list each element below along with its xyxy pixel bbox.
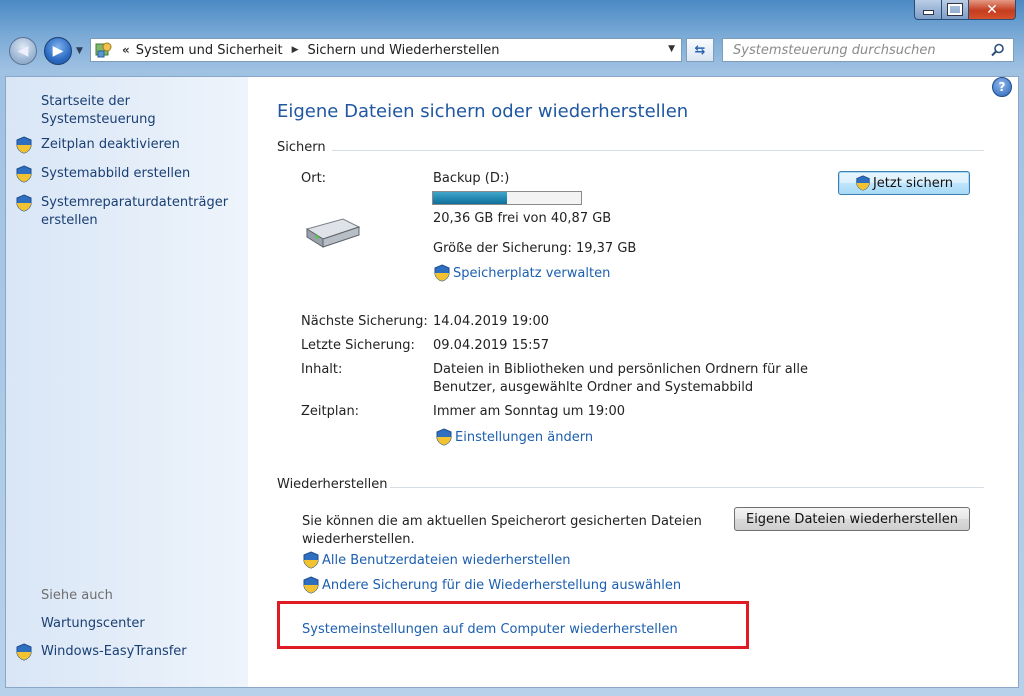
- breadcrumb-separator-icon[interactable]: ▶: [292, 45, 299, 55]
- window-frame: ✕ ◀ ▶ ▼ « System und Sicherheit ▶ Sicher…: [0, 0, 1024, 696]
- manage-space-link[interactable]: Speicherplatz verwalten: [433, 264, 610, 282]
- contents-value-line2: Benutzer, ausgewählte Ordner and Systema…: [433, 380, 754, 395]
- refresh-button[interactable]: ⇆: [686, 38, 714, 62]
- address-dropdown-icon[interactable]: ▼: [668, 44, 675, 54]
- restore-files-button[interactable]: Eigene Dateien wiederherstellen: [734, 507, 970, 531]
- backup-size-text: Größe der Sicherung: 19,37 GB: [433, 241, 637, 256]
- search-icon[interactable]: [991, 43, 1005, 57]
- shield-icon: [303, 551, 319, 569]
- help-icon[interactable]: ?: [992, 77, 1012, 97]
- restore-section-heading: Wiederherstellen: [277, 477, 388, 492]
- restore-all-users-link-label[interactable]: Alle Benutzerdateien wiederherstellen: [322, 553, 571, 568]
- shield-icon: [303, 576, 319, 594]
- sidebar-item-action-center[interactable]: Wartungscenter: [41, 615, 145, 633]
- window-controls: ✕: [914, 0, 1016, 20]
- shield-icon: [16, 194, 32, 212]
- hard-drive-icon: [305, 218, 361, 248]
- shield-icon: [436, 428, 452, 446]
- choose-other-backup-link[interactable]: Andere Sicherung für die Wiederherstellu…: [302, 576, 681, 594]
- breadcrumb-item-backup-restore[interactable]: Sichern und Wiederherstellen: [307, 43, 499, 58]
- contents-value-line1: Dateien in Bibliotheken und persönlichen…: [433, 362, 808, 377]
- restore-section-divider: [390, 487, 984, 488]
- last-backup-label: Letzte Sicherung:: [301, 338, 415, 353]
- schedule-value: Immer am Sonntag um 19:00: [433, 404, 626, 419]
- shield-icon: [16, 165, 32, 183]
- free-space-text: 20,36 GB frei von 40,87 GB: [433, 211, 612, 226]
- sidebar-home-link[interactable]: Startseite der Systemsteuerung: [41, 93, 248, 129]
- client-area: Startseite der Systemsteuerung Zeitplan …: [5, 76, 1019, 688]
- contents-label: Inhalt:: [301, 362, 343, 377]
- next-backup-label: Nächste Sicherung:: [301, 314, 428, 329]
- shield-icon: [856, 175, 870, 191]
- navigation-bar: ◀ ▶ ▼ « System und Sicherheit ▶ Sichern …: [0, 34, 1024, 70]
- sidebar-item-easy-transfer[interactable]: Windows-EasyTransfer: [41, 643, 187, 661]
- location-label: Ort:: [301, 171, 327, 186]
- shield-icon: [16, 643, 32, 661]
- see-also-heading: Siehe auch: [41, 588, 113, 603]
- change-settings-link-label[interactable]: Einstellungen ändern: [455, 430, 593, 445]
- close-button[interactable]: ✕: [969, 0, 1016, 20]
- schedule-label: Zeitplan:: [301, 404, 360, 419]
- restore-description-line1: Sie können die am aktuellen Speicherort …: [302, 514, 702, 529]
- restore-files-label: Eigene Dateien wiederherstellen: [745, 511, 959, 527]
- sidebar-item-create-system-image[interactable]: Systemabbild erstellen: [41, 165, 190, 183]
- breadcrumb-overflow-icon[interactable]: «: [122, 43, 130, 57]
- restore-system-settings-link-label[interactable]: Systemeinstellungen auf dem Computer wie…: [302, 622, 678, 637]
- maximize-icon: [947, 3, 963, 16]
- restore-system-settings-link[interactable]: Systemeinstellungen auf dem Computer wie…: [302, 622, 678, 637]
- minimize-icon: [922, 10, 934, 15]
- maximize-button[interactable]: [942, 0, 969, 20]
- disk-usage-fill: [433, 192, 507, 204]
- search-input[interactable]: [731, 39, 991, 61]
- shield-icon: [434, 264, 450, 282]
- page-title: Eigene Dateien sichern oder wiederherste…: [277, 101, 689, 122]
- backup-section-divider: [332, 150, 984, 151]
- minimize-button[interactable]: [914, 0, 942, 20]
- change-settings-link[interactable]: Einstellungen ändern: [435, 428, 593, 446]
- recent-pages-dropdown-icon[interactable]: ▼: [76, 46, 83, 56]
- back-arrow-icon: ◀: [17, 43, 29, 59]
- forward-button[interactable]: ▶: [44, 37, 72, 65]
- backup-now-button[interactable]: Jetzt sichern: [838, 171, 970, 195]
- location-value: Backup (D:): [433, 171, 510, 186]
- main-content: ? Eigene Dateien sichern oder wiederhers…: [248, 77, 1018, 687]
- choose-other-backup-link-label[interactable]: Andere Sicherung für die Wiederherstellu…: [322, 578, 681, 593]
- backup-section-heading: Sichern: [277, 140, 326, 155]
- next-backup-value: 14.04.2019 19:00: [433, 314, 550, 329]
- forward-arrow-icon: ▶: [52, 43, 64, 59]
- backup-now-label: Jetzt sichern: [872, 175, 954, 191]
- sidebar-item-create-repair-disc[interactable]: Systemreparaturdatenträger erstellen: [41, 194, 231, 230]
- control-panel-icon: [94, 41, 114, 59]
- manage-space-link-label[interactable]: Speicherplatz verwalten: [453, 266, 610, 281]
- close-icon: ✕: [986, 1, 998, 18]
- last-backup-value: 09.04.2019 15:57: [433, 338, 550, 353]
- restore-all-users-link[interactable]: Alle Benutzerdateien wiederherstellen: [302, 551, 571, 569]
- breadcrumb-item-system-security[interactable]: System und Sicherheit: [136, 43, 283, 58]
- refresh-icon: ⇆: [694, 42, 706, 58]
- sidebar: Startseite der Systemsteuerung Zeitplan …: [6, 77, 248, 687]
- restore-description-line2: wiederherstellen.: [302, 532, 415, 547]
- disk-usage-bar: [432, 191, 582, 205]
- sidebar-item-disable-schedule[interactable]: Zeitplan deaktivieren: [41, 136, 180, 154]
- shield-icon: [16, 136, 32, 154]
- back-button[interactable]: ◀: [9, 37, 37, 65]
- address-bar[interactable]: « System und Sicherheit ▶ Sichern und Wi…: [90, 38, 682, 62]
- search-box[interactable]: [722, 38, 1014, 62]
